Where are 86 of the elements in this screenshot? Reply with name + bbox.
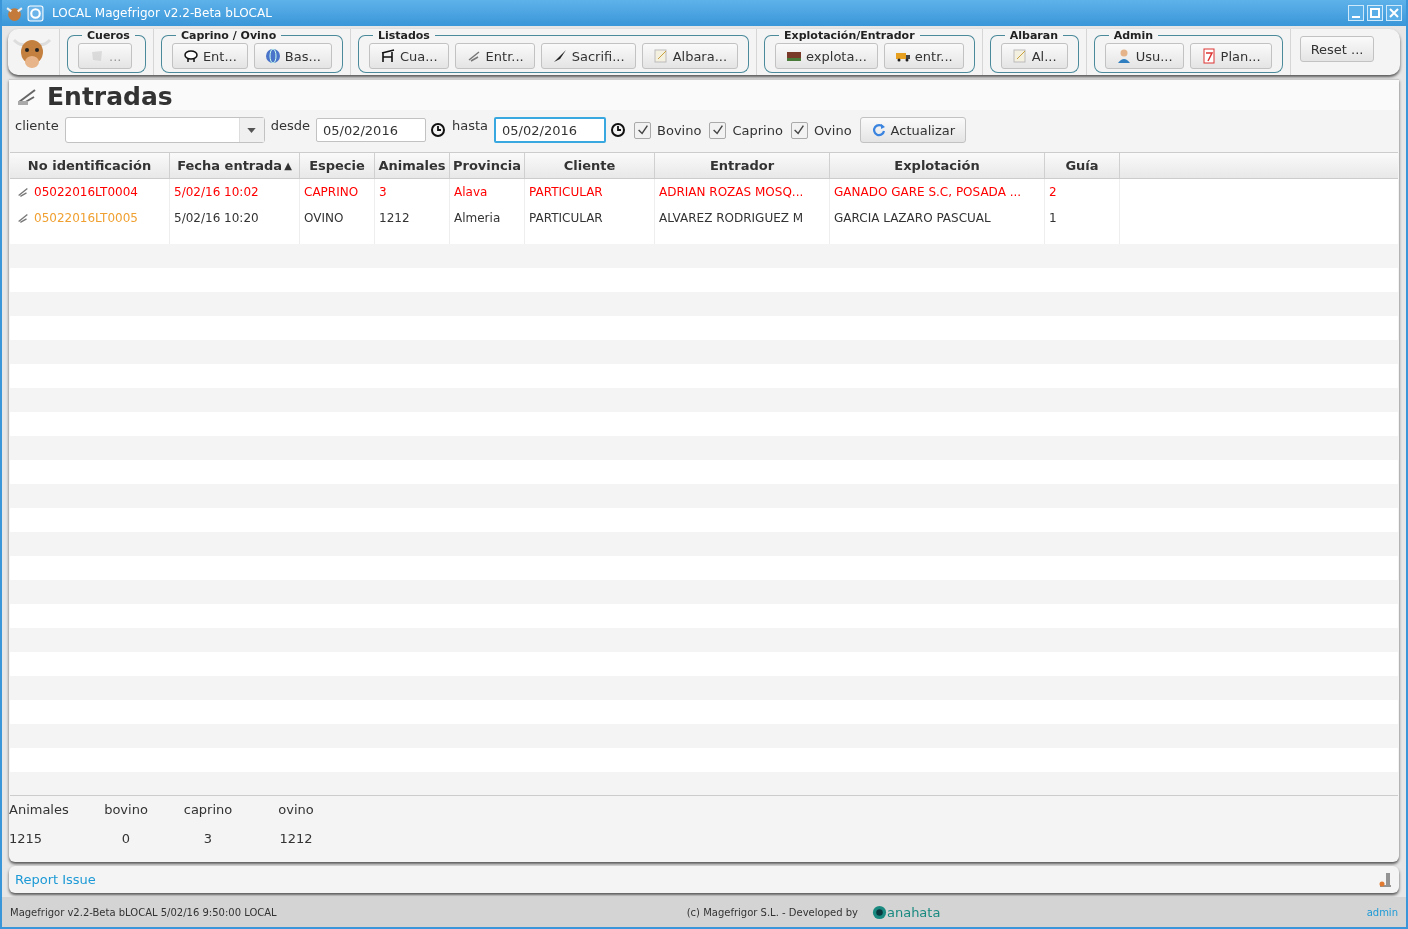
status-text: Magefrigor v2.2-Beta bLOCAL 5/02/16 9:50:00 LOCAL xyxy=(10,906,277,918)
user-icon xyxy=(1115,48,1132,64)
table-cell: 5/02/16 10:20 xyxy=(170,205,300,231)
column-header[interactable]: Animales xyxy=(375,153,450,178)
sheep-icon xyxy=(182,48,199,64)
table-cell: 05022016LT0004 xyxy=(34,185,138,199)
pdf-icon xyxy=(1200,48,1217,64)
checkbox-label: Ovino xyxy=(813,122,852,138)
toolbar-button[interactable]: Plan... xyxy=(1189,43,1272,69)
minimize-icon[interactable] xyxy=(1348,5,1364,21)
toolbar-button[interactable]: Bas... xyxy=(253,43,332,69)
table-cell: OVINO xyxy=(300,205,375,231)
group-title: Admin xyxy=(1112,29,1155,42)
checkbox-label: Bovino xyxy=(657,122,702,138)
table-cell: ADRIAN ROZAS MOSQ... xyxy=(655,179,830,205)
page-title: Entradas xyxy=(47,81,173,111)
globe-icon xyxy=(264,48,281,64)
close-icon[interactable] xyxy=(1386,5,1402,21)
column-header[interactable]: Fecha entrada▲ xyxy=(170,153,300,178)
toolbar-button[interactable]: Albara... xyxy=(641,43,739,69)
total-value: 1215 xyxy=(9,831,43,846)
caret-icon xyxy=(247,127,257,133)
toolbar-button[interactable]: explota... xyxy=(775,43,878,69)
field-label: desde xyxy=(270,118,310,133)
table-cell: CAPRINO xyxy=(300,179,375,205)
window-title: LOCAL Magefrigor v2.2-Beta bLOCAL xyxy=(52,6,272,20)
maximize-icon[interactable] xyxy=(1367,5,1383,21)
date-field[interactable]: 05/02/2016 xyxy=(316,118,426,142)
toolbar-button[interactable]: Entr... xyxy=(454,43,535,69)
column-header[interactable]: Guía xyxy=(1045,153,1120,178)
checkbox[interactable] xyxy=(634,121,652,139)
client-dropdown[interactable] xyxy=(64,117,265,143)
group-title: Explotación/Entrador xyxy=(783,29,916,42)
table-cell: Almeria xyxy=(450,205,525,231)
checkbox[interactable] xyxy=(709,121,727,139)
total-label: bovino xyxy=(104,802,148,817)
checkbox[interactable] xyxy=(790,121,808,139)
total-value: 1212 xyxy=(279,831,313,846)
toolbar-button[interactable]: Sacrifi... xyxy=(540,43,636,69)
flower-logo-icon xyxy=(871,904,887,920)
table-cell: PARTICULAR xyxy=(525,179,655,205)
column-header[interactable]: No identificación xyxy=(10,153,170,178)
document-icon xyxy=(1011,48,1028,64)
table-cell: GANADO GARE S.C, POSADA ... xyxy=(830,179,1045,205)
group-title: Albaran xyxy=(1008,29,1059,42)
toolbar-button[interactable]: Usu... xyxy=(1104,43,1184,69)
refresh-button[interactable]: Actualizar xyxy=(859,117,967,143)
toolbar-button[interactable]: entr... xyxy=(883,43,964,69)
group-title: Listados xyxy=(376,29,431,42)
field-label: cliente xyxy=(15,118,59,133)
column-header[interactable]: Especie xyxy=(300,153,375,178)
developer-logo-text: anahata xyxy=(886,904,941,920)
group-title: Cueros xyxy=(86,29,131,42)
clock-icon[interactable] xyxy=(430,122,446,138)
table-cell: PARTICULAR xyxy=(525,205,655,231)
document-icon xyxy=(652,48,669,64)
column-header[interactable]: Entrador xyxy=(655,153,830,178)
table-cell: ALVAREZ RODRIGUEZ M xyxy=(655,205,830,231)
table-cell: 2 xyxy=(1045,179,1120,205)
field-label: hasta xyxy=(452,118,489,133)
table-cell: 1212 xyxy=(375,205,450,231)
total-label: Animales xyxy=(9,802,69,817)
table-cell: Alava xyxy=(450,179,525,205)
table-cell: 5/02/16 10:02 xyxy=(170,179,300,205)
refresh-icon xyxy=(870,122,887,138)
total-label: caprino xyxy=(183,802,233,817)
window-menu-icon[interactable] xyxy=(27,4,44,22)
column-header[interactable]: Explotación xyxy=(830,153,1045,178)
toolbar-button[interactable]: Cua... xyxy=(368,43,449,69)
total-label: ovino xyxy=(278,802,314,817)
column-header[interactable]: Provincia xyxy=(450,153,525,178)
table-cell: GARCIA LAZARO PASCUAL xyxy=(830,205,1045,231)
toolbar-button[interactable]: Ent... xyxy=(171,43,248,69)
total-value: 3 xyxy=(203,831,213,846)
table-cell: 3 xyxy=(375,179,450,205)
date-field[interactable]: 05/02/2016 xyxy=(494,117,607,143)
total-value: 0 xyxy=(121,831,131,846)
copyright-text: (c) Magefrigor S.L. - Developed by xyxy=(686,906,858,918)
clock-icon[interactable] xyxy=(610,122,627,138)
table-cell: 1 xyxy=(1045,205,1120,231)
table-cell: 05022016LT0005 xyxy=(34,211,138,225)
column-header[interactable]: Cliente xyxy=(525,153,655,178)
checkbox-label: Caprino xyxy=(732,122,783,138)
group-title: Caprino / Ovino xyxy=(179,29,278,42)
toolbar-button[interactable]: Al... xyxy=(1000,43,1068,69)
reset-button[interactable]: Reset ... xyxy=(1299,36,1375,62)
